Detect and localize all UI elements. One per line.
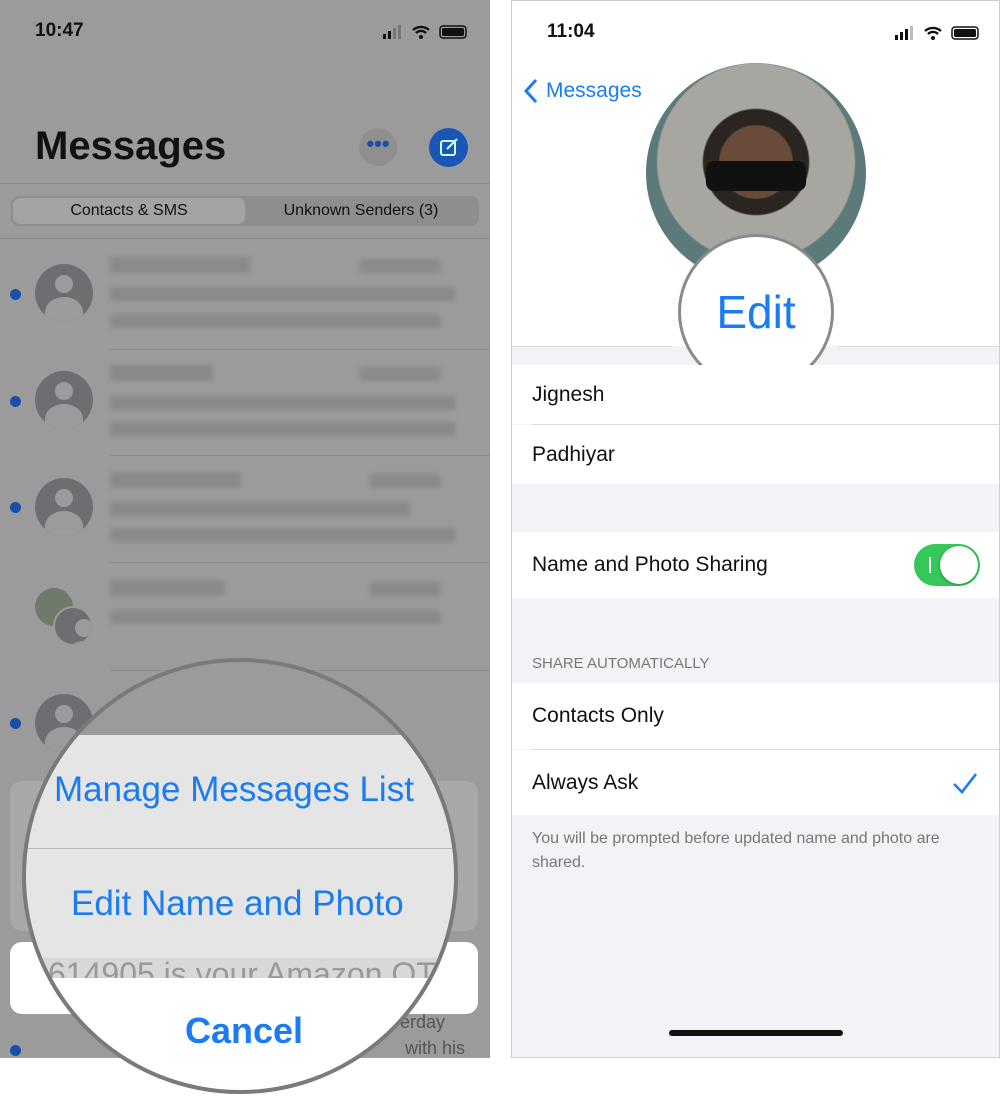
sunglasses — [706, 161, 806, 191]
last-name-field[interactable]: Padhiyar — [512, 425, 999, 484]
manage-messages-list-button[interactable]: Manage Messages List — [54, 770, 414, 810]
status-icons — [383, 24, 469, 40]
back-button[interactable]: Messages — [522, 77, 642, 105]
option-contacts-only[interactable]: Contacts Only — [512, 683, 999, 749]
option-always-ask[interactable]: Always Ask — [512, 750, 999, 815]
compose-icon — [440, 138, 458, 156]
home-indicator — [669, 1030, 843, 1036]
last-name-value: Padhiyar — [532, 442, 615, 466]
ellipsis-icon: ••• — [366, 131, 390, 156]
otp-fragment: 614905 is your Amazon OTP — [48, 958, 458, 978]
chevron-left-icon — [523, 78, 538, 104]
status-time: 11:04 — [547, 21, 595, 42]
segmented-control: Contacts & SMS Unknown Senders (3) — [11, 196, 479, 226]
segment-contacts-sms[interactable]: Contacts & SMS — [13, 198, 245, 224]
cancel-button[interactable]: Cancel — [26, 1010, 454, 1052]
status-time: 10:47 — [35, 20, 84, 41]
section-header: SHARE AUTOMATICALLY — [532, 655, 710, 672]
checkmark-icon — [953, 773, 978, 794]
footer-note: You will be prompted before updated name… — [532, 830, 940, 871]
edit-name-and-photo-button[interactable]: Edit Name and Photo — [71, 884, 404, 924]
more-button[interactable]: ••• — [359, 128, 397, 166]
edit-name-photo-screen: 11:04 Messages Edit Jignesh Padhiyar Nam… — [511, 0, 1000, 1058]
name-photo-sharing-row: Name and Photo Sharing — [512, 532, 999, 598]
sharing-toggle[interactable] — [914, 544, 980, 586]
option-label: Contacts Only — [532, 704, 664, 727]
first-name-field[interactable]: Jignesh — [512, 365, 999, 424]
magnifier-action-sheet: Manage Messages List Edit Name and Photo… — [22, 658, 458, 1094]
back-label: Messages — [546, 79, 642, 102]
status-icons — [895, 25, 981, 46]
page-title: Messages — [35, 124, 227, 168]
option-label: Always Ask — [532, 770, 639, 794]
first-name-value: Jignesh — [532, 382, 605, 406]
edit-photo-button[interactable]: Edit — [716, 285, 795, 339]
sharing-label: Name and Photo Sharing — [532, 553, 768, 576]
segment-unknown-senders[interactable]: Unknown Senders (3) — [245, 198, 477, 224]
compose-button[interactable] — [429, 128, 468, 167]
